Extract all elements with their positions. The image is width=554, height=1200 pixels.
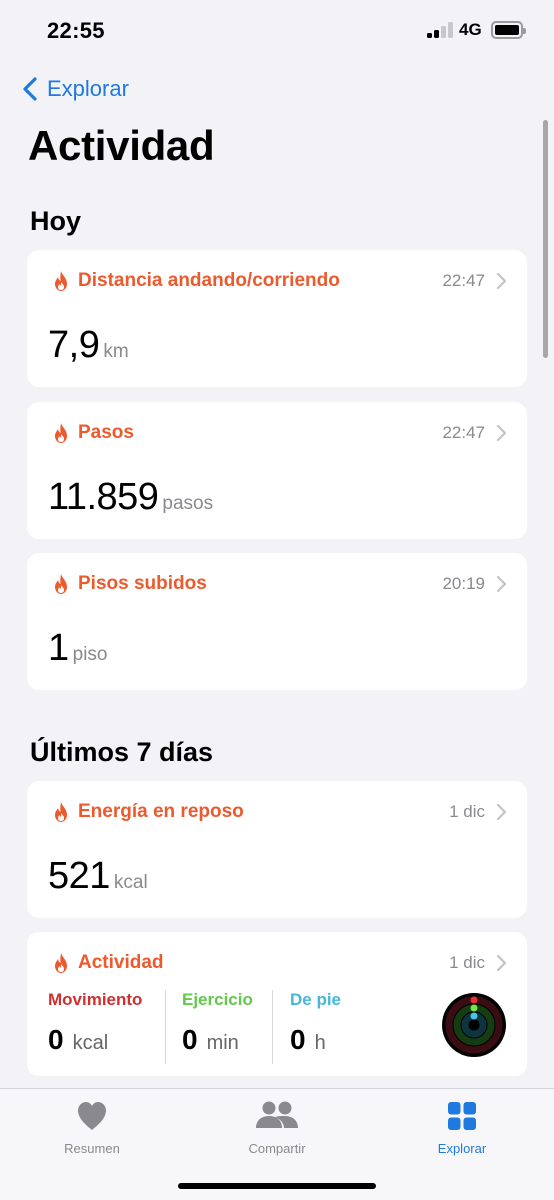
exercise-value: 0: [182, 1024, 198, 1055]
card-title: Actividad: [78, 952, 164, 973]
tab-label: Explorar: [437, 1141, 487, 1156]
battery-icon: [491, 21, 526, 39]
move-value: 0: [48, 1024, 64, 1055]
divider: [272, 990, 273, 1064]
grid-icon: [448, 1102, 476, 1130]
card-steps[interactable]: Pasos 22:47 11.859 pasos: [27, 402, 527, 539]
status-bar: 22:55 4G: [0, 0, 554, 60]
flame-icon: [55, 271, 67, 291]
tab-resumen[interactable]: Resumen: [22, 1099, 162, 1156]
exercise-label: Ejercicio: [182, 990, 253, 1009]
card-timestamp: 1 dic: [449, 953, 485, 972]
card-title: Pasos: [78, 422, 134, 443]
stand-metric: De pie 0 h: [290, 990, 341, 1056]
card-unit: km: [103, 341, 129, 362]
card-value: 521: [48, 855, 110, 897]
card-timestamp: 20:19: [442, 574, 485, 593]
flame-icon: [55, 423, 67, 443]
tab-explorar[interactable]: Explorar: [392, 1099, 532, 1156]
card-title: Distancia andando/corriendo: [78, 270, 340, 291]
tab-compartir[interactable]: Compartir: [207, 1099, 347, 1156]
tab-bar: Resumen Compartir Explorar: [0, 1088, 554, 1200]
card-timestamp: 22:47: [442, 423, 485, 442]
move-unit: kcal: [72, 1032, 109, 1054]
stand-label: De pie: [290, 990, 342, 1009]
section-title-today: Hoy: [30, 206, 82, 236]
chevron-right-icon: [496, 803, 507, 821]
back-button[interactable]: Explorar: [16, 72, 129, 106]
card-timestamp: 1 dic: [449, 802, 485, 821]
flame-icon: [55, 574, 67, 594]
card-resting-energy[interactable]: Energía en reposo 1 dic 521 kcal: [27, 781, 527, 918]
flame-icon: [55, 953, 67, 973]
card-activity-rings[interactable]: Actividad 1 dic Movimiento 0 kcal Ejerci…: [27, 932, 527, 1076]
move-label: Movimiento: [48, 990, 143, 1009]
cellular-signal-icon: [427, 22, 453, 38]
card-timestamp: 22:47: [442, 271, 485, 290]
chevron-right-icon: [496, 424, 507, 442]
people-icon: [256, 1101, 298, 1128]
card-flights-climbed[interactable]: Pisos subidos 20:19 1 piso: [27, 553, 527, 690]
card-value: 11.859: [48, 476, 159, 518]
flame-icon: [55, 802, 67, 822]
card-title: Pisos subidos: [78, 573, 207, 594]
back-label: Explorar: [47, 76, 129, 101]
heart-icon: [78, 1102, 106, 1130]
network-type: 4G: [459, 20, 482, 39]
move-metric: Movimiento 0 kcal: [48, 990, 142, 1056]
activity-rings-icon: [442, 993, 506, 1057]
status-time: 22:55: [47, 18, 105, 43]
card-value: 7,9: [48, 324, 100, 366]
chevron-right-icon: [496, 575, 507, 593]
exercise-unit: min: [206, 1032, 239, 1054]
tab-label: Compartir: [248, 1141, 306, 1156]
stand-unit: h: [314, 1032, 326, 1054]
card-walking-distance[interactable]: Distancia andando/corriendo 22:47 7,9 km: [27, 250, 527, 387]
chevron-left-icon: [23, 77, 37, 101]
card-unit: kcal: [113, 872, 148, 893]
stand-value: 0: [290, 1024, 306, 1055]
card-title: Energía en reposo: [78, 801, 244, 822]
section-title-last-7-days: Últimos 7 días: [30, 737, 214, 767]
card-value: 1: [48, 627, 69, 669]
divider: [165, 990, 166, 1064]
card-unit: pasos: [162, 493, 214, 514]
exercise-metric: Ejercicio 0 min: [182, 990, 253, 1056]
chevron-right-icon: [496, 272, 507, 290]
chevron-right-icon: [496, 954, 507, 972]
home-indicator[interactable]: [178, 1183, 376, 1189]
page-title: Actividad: [28, 122, 215, 169]
scrollbar[interactable]: [543, 120, 548, 358]
tab-label: Resumen: [64, 1141, 120, 1156]
card-unit: piso: [72, 644, 108, 665]
